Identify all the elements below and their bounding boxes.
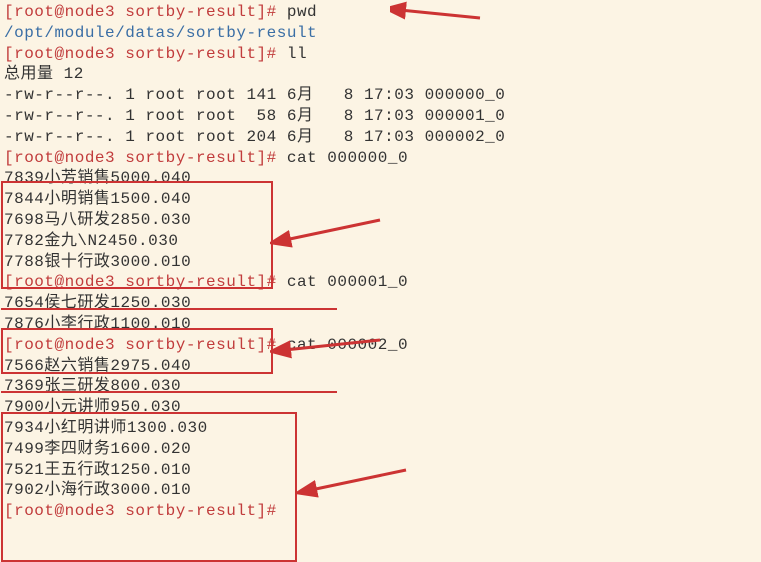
prompt: [root@node3 sortby-result]# bbox=[4, 273, 287, 291]
command: cat 000001_0 bbox=[287, 273, 408, 291]
cat-output-line: 7499李四财务1600.020 bbox=[4, 439, 757, 460]
pwd-output: /opt/module/datas/sortby-result bbox=[4, 23, 757, 44]
prompt: [root@node3 sortby-result]# bbox=[4, 45, 287, 63]
cat-output-line: 7369张三研发800.030 bbox=[4, 376, 757, 397]
cat-output-line: 7902小海行政3000.010 bbox=[4, 480, 757, 501]
ll-row: -rw-r--r--. 1 root root 58 6月 8 17:03 00… bbox=[4, 106, 757, 127]
cat-output-line: 7839小芳销售5000.040 bbox=[4, 168, 757, 189]
command: cat 000002_0 bbox=[287, 336, 408, 354]
command: ll bbox=[287, 45, 307, 63]
cat-output-line: 7654侯七研发1250.030 bbox=[4, 293, 757, 314]
cat-output-line: 7782金九\N2450.030 bbox=[4, 231, 757, 252]
ll-row: -rw-r--r--. 1 root root 141 6月 8 17:03 0… bbox=[4, 85, 757, 106]
ll-row: -rw-r--r--. 1 root root 204 6月 8 17:03 0… bbox=[4, 127, 757, 148]
prompt-line-ll: [root@node3 sortby-result]# ll bbox=[4, 44, 757, 65]
command: pwd bbox=[287, 3, 317, 21]
cat-output-line: 7566赵六销售2975.040 bbox=[4, 356, 757, 377]
cat-output-line: 7698马八研发2850.030 bbox=[4, 210, 757, 231]
ll-total: 总用量 12 bbox=[4, 64, 757, 85]
cat-output-line: 7876小李行政1100.010 bbox=[4, 314, 757, 335]
cat-output-line: 7900小元讲师950.030 bbox=[4, 397, 757, 418]
prompt-line-pwd: [root@node3 sortby-result]# pwd bbox=[4, 2, 757, 23]
terminal-output: [root@node3 sortby-result]# pwd /opt/mod… bbox=[0, 0, 761, 524]
prompt-line-empty: [root@node3 sortby-result]# bbox=[4, 501, 757, 522]
cat-output-line: 7521王五行政1250.010 bbox=[4, 460, 757, 481]
cat-output-line: 7788银十行政3000.010 bbox=[4, 252, 757, 273]
prompt-line-cat1: [root@node3 sortby-result]# cat 000001_0 bbox=[4, 272, 757, 293]
prompt: [root@node3 sortby-result]# bbox=[4, 502, 287, 520]
cat-output-line: 7934小红明讲师1300.030 bbox=[4, 418, 757, 439]
command: cat 000000_0 bbox=[287, 149, 408, 167]
prompt: [root@node3 sortby-result]# bbox=[4, 149, 287, 167]
prompt: [root@node3 sortby-result]# bbox=[4, 3, 287, 21]
prompt: [root@node3 sortby-result]# bbox=[4, 336, 287, 354]
prompt-line-cat2: [root@node3 sortby-result]# cat 000002_0 bbox=[4, 335, 757, 356]
cat-output-line: 7844小明销售1500.040 bbox=[4, 189, 757, 210]
prompt-line-cat0: [root@node3 sortby-result]# cat 000000_0 bbox=[4, 148, 757, 169]
